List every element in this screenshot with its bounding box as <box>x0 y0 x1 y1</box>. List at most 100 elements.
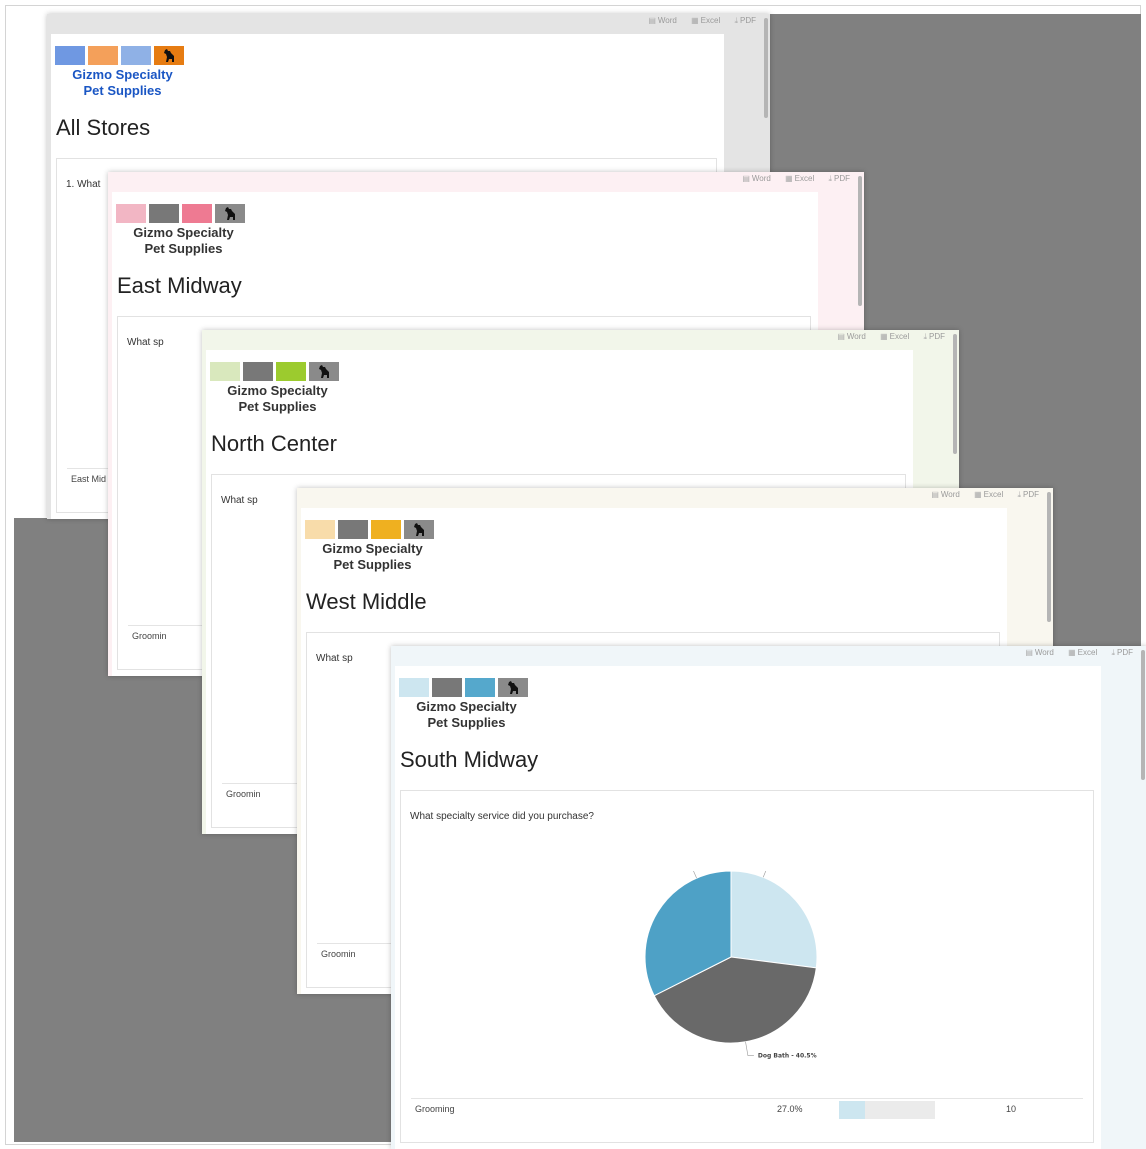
word-icon: ▤ <box>1025 648 1033 657</box>
export-excel-label: Excel <box>1077 648 1098 657</box>
export-word-button[interactable]: ▤ Word <box>736 174 771 183</box>
scrollbar[interactable] <box>1138 646 1146 1149</box>
export-bar: ▤ Word ▦ Excel ⤓ PDF <box>730 174 850 184</box>
brand-logo <box>305 520 434 539</box>
export-bar: ▤ Word ▦ Excel ⤓ PDF <box>919 490 1039 500</box>
pie-leader-line <box>693 871 697 879</box>
brand-name: Gizmo Specialty Pet Supplies <box>399 699 534 731</box>
word-icon: ▤ <box>931 490 939 499</box>
question-panel: What specialty service did you purchase?… <box>400 790 1094 1143</box>
logo-block-1 <box>305 520 335 539</box>
brand-line-1: Gizmo Specialty <box>72 67 173 82</box>
export-pdf-button[interactable]: ⤓ PDF <box>917 332 945 341</box>
logo-block-2 <box>338 520 368 539</box>
results-row-bar-fill <box>839 1101 865 1119</box>
brand-line-1: Gizmo Specialty <box>416 699 517 714</box>
brand-line-1: Gizmo Specialty <box>322 541 423 556</box>
export-excel-button[interactable]: ▦ Excel <box>685 16 720 25</box>
question-text: What sp <box>316 653 353 664</box>
results-row-label: Groomin <box>132 631 167 641</box>
export-word-button[interactable]: ▤ Word <box>642 16 677 25</box>
scrollbar-thumb[interactable] <box>953 334 957 454</box>
logo-block-1 <box>210 362 240 381</box>
export-excel-label: Excel <box>794 174 815 183</box>
export-pdf-button[interactable]: ⤓ PDF <box>822 174 850 183</box>
results-row-label: Groomin <box>226 789 261 799</box>
export-word-label: Word <box>1034 648 1054 657</box>
export-word-button[interactable]: ▤ Word <box>1019 648 1054 657</box>
export-word-button[interactable]: ▤ Word <box>831 332 866 341</box>
store-title: South Midway <box>400 747 539 772</box>
excel-icon: ▦ <box>1068 648 1076 657</box>
brand-logo <box>399 678 528 697</box>
export-word-label: Word <box>751 174 771 183</box>
brand-name: Gizmo Specialty Pet Supplies <box>210 383 345 415</box>
results-row-label: Grooming <box>415 1104 455 1114</box>
logo-block-3 <box>276 362 306 381</box>
logo-block-1 <box>399 678 429 697</box>
export-excel-button[interactable]: ▦ Excel <box>968 490 1003 499</box>
brand-name: Gizmo Specialty Pet Supplies <box>116 225 251 257</box>
export-excel-button[interactable]: ▦ Excel <box>1062 648 1097 657</box>
export-pdf-button[interactable]: ⤓ PDF <box>1105 648 1133 657</box>
store-title: All Stores <box>56 115 151 140</box>
export-excel-button[interactable]: ▦ Excel <box>874 332 909 341</box>
export-excel-label: Excel <box>889 332 910 341</box>
dog-icon <box>215 204 245 223</box>
question-text: What sp <box>127 337 164 348</box>
logo-block-2 <box>432 678 462 697</box>
results-row-count: 10 <box>1006 1104 1017 1114</box>
export-word-label: Word <box>846 332 866 341</box>
brand-name: Gizmo Specialty Pet Supplies <box>55 67 190 99</box>
export-pdf-label: PDF <box>929 332 945 341</box>
scrollbar-thumb[interactable] <box>858 176 862 306</box>
excel-icon: ▦ <box>691 16 699 25</box>
download-icon: ⤓ <box>1111 648 1115 657</box>
export-excel-button[interactable]: ▦ Excel <box>779 174 814 183</box>
logo-block-1 <box>55 46 85 65</box>
report-window: ▤ Word ▦ Excel ⤓ PDF Gizmo Specialty Pet Su… <box>391 646 1146 1149</box>
excel-icon: ▦ <box>785 174 793 183</box>
store-title: West Middle <box>306 589 427 614</box>
export-bar: ▤ Word ▦ Excel ⤓ PDF <box>636 16 756 26</box>
dog-icon <box>404 520 434 539</box>
logo-block-3 <box>465 678 495 697</box>
pie-leader-line <box>745 1041 754 1056</box>
word-icon: ▤ <box>742 174 750 183</box>
excel-icon: ▦ <box>880 332 888 341</box>
brand-line-2: Pet Supplies <box>333 557 412 572</box>
export-bar: ▤ Word ▦ Excel ⤓ PDF <box>825 332 945 342</box>
pie-leader-line <box>762 871 767 878</box>
scrollbar-thumb[interactable] <box>1141 650 1145 780</box>
logo-block-1 <box>116 204 146 223</box>
pie-data-label: Dog Bath - 40.5% <box>758 1053 817 1060</box>
export-pdf-button[interactable]: ⤓ PDF <box>728 16 756 25</box>
store-title: North Center <box>211 431 337 456</box>
report-page: Gizmo Specialty Pet Supplies South Midwa… <box>395 666 1101 1149</box>
export-pdf-label: PDF <box>834 174 850 183</box>
export-word-button[interactable]: ▤ Word <box>925 490 960 499</box>
dog-icon <box>309 362 339 381</box>
brand-logo <box>210 362 339 381</box>
results-row-label: East Mid <box>71 474 107 484</box>
logo-block-2 <box>88 46 118 65</box>
brand-line-1: Gizmo Specialty <box>227 383 328 398</box>
word-icon: ▤ <box>648 16 656 25</box>
brand-line-2: Pet Supplies <box>144 241 223 256</box>
pie-slice-grooming <box>730 871 818 969</box>
logo-block-2 <box>149 204 179 223</box>
scrollbar-thumb[interactable] <box>1047 492 1051 622</box>
logo-block-3 <box>371 520 401 539</box>
scrollbar-thumb[interactable] <box>764 18 768 118</box>
download-icon: ⤓ <box>734 16 738 25</box>
word-icon: ▤ <box>837 332 845 341</box>
export-pdf-label: PDF <box>1023 490 1039 499</box>
logo-block-3 <box>182 204 212 223</box>
excel-icon: ▦ <box>974 490 982 499</box>
download-icon: ⤓ <box>923 332 927 341</box>
export-pdf-label: PDF <box>1117 648 1133 657</box>
export-pdf-button[interactable]: ⤓ PDF <box>1011 490 1039 499</box>
dog-icon <box>154 46 184 65</box>
download-icon: ⤓ <box>828 174 832 183</box>
export-excel-label: Excel <box>983 490 1004 499</box>
